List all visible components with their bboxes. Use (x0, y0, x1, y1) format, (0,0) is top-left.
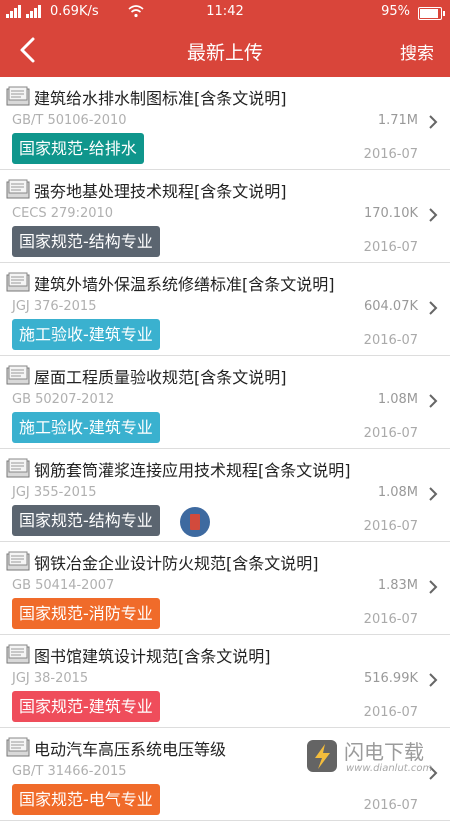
chevron-right-icon (429, 673, 438, 687)
item-size: 1.83M (377, 578, 418, 593)
chevron-right-icon (429, 301, 438, 315)
item-code: GB/T 50106-2010 (12, 113, 127, 128)
list-item[interactable]: 图书馆建筑设计规范[含条文说明] JGJ 38-2015 516.99K 国家规… (0, 635, 450, 728)
status-bar: 0.69K/s 11:42 95% (0, 0, 450, 24)
item-title: 电动汽车高压系统电压等级 (34, 740, 227, 759)
item-title: 建筑给水排水制图标准[含条文说明] (34, 89, 287, 108)
top-nav-bar: 最新上传 搜索 (0, 24, 450, 77)
watermark-url: www.dianlut.com (346, 763, 433, 774)
item-size: 516.99K (363, 671, 418, 686)
document-icon (6, 458, 30, 478)
item-code: CECS 279:2010 (12, 206, 114, 221)
item-size: 1.71M (377, 113, 418, 128)
chevron-right-icon (429, 115, 438, 129)
list-item[interactable]: 钢铁冶金企业设计防火规范[含条文说明] GB 50414-2007 1.83M … (0, 542, 450, 635)
item-date: 2016-07 (363, 798, 418, 813)
item-code: GB/T 31466-2015 (12, 764, 127, 779)
document-icon (6, 86, 30, 106)
list-item[interactable]: 建筑给水排水制图标准[含条文说明] GB/T 50106-2010 1.71M … (0, 77, 450, 170)
document-icon (6, 365, 30, 385)
watermark-name: 闪电下载 (344, 740, 424, 764)
item-code: GB 50414-2007 (12, 578, 115, 593)
item-date: 2016-07 (363, 147, 418, 162)
watermark: 闪电下载 www.dianlut.com (306, 734, 436, 784)
document-icon (6, 737, 30, 757)
item-date: 2016-07 (363, 240, 418, 255)
list-item[interactable]: 屋面工程质量验收规范[含条文说明] GB 50207-2012 1.08M 施工… (0, 356, 450, 449)
battery-level: 95% (381, 4, 410, 19)
battery-icon (418, 7, 445, 20)
item-code: JGJ 376-2015 (12, 299, 97, 314)
item-code: JGJ 38-2015 (12, 671, 89, 686)
chevron-right-icon (429, 580, 438, 594)
item-title: 强夯地基处理技术规程[含条文说明] (34, 182, 287, 201)
item-title: 屋面工程质量验收规范[含条文说明] (34, 368, 287, 387)
item-size: 604.07K (363, 299, 418, 314)
list-item[interactable]: 强夯地基处理技术规程[含条文说明] CECS 279:2010 170.10K … (0, 170, 450, 263)
document-icon (6, 644, 30, 664)
category-tag[interactable]: 国家规范-给排水 (12, 133, 144, 164)
chevron-right-icon (429, 487, 438, 501)
category-tag[interactable]: 国家规范-结构专业 (12, 505, 160, 536)
item-code: GB 50207-2012 (12, 392, 115, 407)
chevron-right-icon (429, 394, 438, 408)
item-title: 建筑外墙外保温系统修缮标准[含条文说明] (34, 275, 335, 294)
category-tag[interactable]: 施工验收-建筑专业 (12, 319, 160, 350)
document-icon (6, 272, 30, 292)
item-code: JGJ 355-2015 (12, 485, 97, 500)
search-button[interactable]: 搜索 (400, 39, 434, 64)
item-date: 2016-07 (363, 519, 418, 534)
item-title: 图书馆建筑设计规范[含条文说明] (34, 647, 271, 666)
category-tag[interactable]: 国家规范-结构专业 (12, 226, 160, 257)
category-tag[interactable]: 国家规范-建筑专业 (12, 691, 160, 722)
item-size: 170.10K (363, 206, 418, 221)
item-date: 2016-07 (363, 426, 418, 441)
item-title: 钢筋套筒灌浆连接应用技术规程[含条文说明] (34, 461, 351, 480)
lightning-logo-icon (307, 740, 337, 772)
category-tag[interactable]: 国家规范-消防专业 (12, 598, 160, 629)
page-title: 最新上传 (186, 42, 263, 64)
item-size: 1.08M (377, 392, 418, 407)
item-date: 2016-07 (363, 333, 418, 348)
document-icon (6, 551, 30, 571)
list-item[interactable]: 建筑外墙外保温系统修缮标准[含条文说明] JGJ 376-2015 604.07… (0, 263, 450, 356)
document-list: 建筑给水排水制图标准[含条文说明] GB/T 50106-2010 1.71M … (0, 77, 450, 821)
item-date: 2016-07 (363, 705, 418, 720)
item-date: 2016-07 (363, 612, 418, 627)
item-size: 1.08M (377, 485, 418, 500)
document-icon (6, 179, 30, 199)
item-title: 钢铁冶金企业设计防火规范[含条文说明] (34, 554, 319, 573)
list-item[interactable]: 钢筋套筒灌浆连接应用技术规程[含条文说明] JGJ 355-2015 1.08M… (0, 449, 450, 542)
book-icon (180, 507, 210, 537)
category-tag[interactable]: 施工验收-建筑专业 (12, 412, 160, 443)
chevron-right-icon (429, 208, 438, 222)
